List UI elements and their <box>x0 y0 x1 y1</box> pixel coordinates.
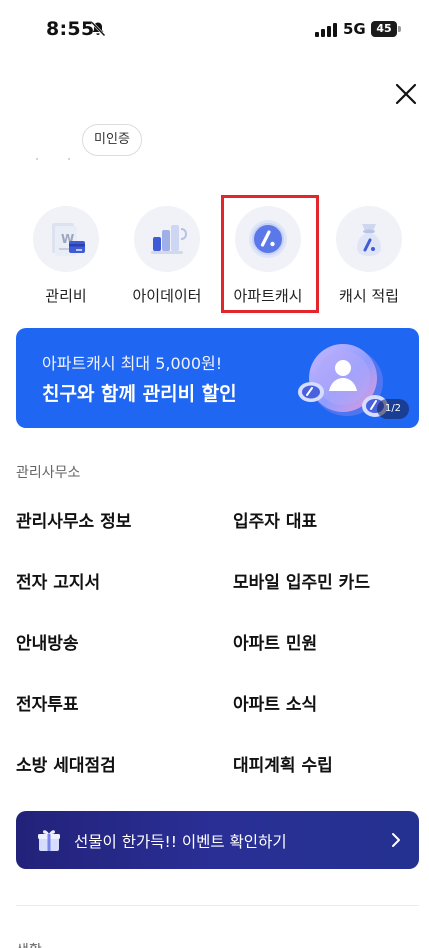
battery-cap <box>398 26 401 32</box>
menu-mobile-resident-card[interactable]: 모바일 입주민 카드 <box>233 568 370 593</box>
promo-banner[interactable]: 아파트캐시 최대 5,000원! 친구와 함께 관리비 할인 1/2 <box>16 328 419 428</box>
data-icon <box>134 206 200 272</box>
banner-subtitle: 아파트캐시 최대 5,000원! <box>42 354 223 373</box>
profile-placeholder-dot <box>36 158 38 160</box>
menu-e-bill[interactable]: 전자 고지서 <box>16 568 100 593</box>
event-banner-text: 선물이 한가득!! 이벤트 확인하기 <box>74 833 287 851</box>
quick-menu-cash-reward[interactable]: 캐시 적립 <box>324 206 414 310</box>
section-divider <box>16 905 419 906</box>
menu-announcement[interactable]: 안내방송 <box>16 629 79 654</box>
bill-icon: W <box>33 206 99 272</box>
quick-menu-label: 아파트캐시 <box>233 287 303 305</box>
bottom-section-title: 생활 <box>16 940 42 948</box>
status-bar: 8:55 5G 45 <box>0 0 429 56</box>
menu-resident-representative[interactable]: 입주자 대표 <box>233 507 317 532</box>
chevron-right-icon <box>392 833 400 847</box>
battery-icon: 45 <box>371 21 401 37</box>
menu-apartment-news[interactable]: 아파트 소식 <box>233 690 317 715</box>
banner-pager: 1/2 <box>377 399 409 419</box>
quick-menu-label: 캐시 적립 <box>339 287 399 305</box>
menu-apartment-complaint[interactable]: 아파트 민원 <box>233 629 317 654</box>
verification-badge[interactable]: 미인증 <box>82 124 142 156</box>
quick-menu-label: 관리비 <box>45 287 87 305</box>
money-bag-icon <box>336 206 402 272</box>
menu-office-info[interactable]: 관리사무소 정보 <box>16 507 131 532</box>
section-title: 관리사무소 <box>16 465 81 481</box>
bell-off-icon <box>91 21 106 37</box>
cellular-signal-icon <box>315 23 337 37</box>
status-time: 8:55 <box>46 18 95 40</box>
menu-evacuation-plan[interactable]: 대피계획 수립 <box>233 751 333 776</box>
banner-title: 친구와 함께 관리비 할인 <box>42 383 237 405</box>
cash-coin-icon <box>235 206 301 272</box>
close-icon[interactable] <box>394 82 418 106</box>
menu-e-voting[interactable]: 전자투표 <box>16 690 79 715</box>
quick-menu-bill[interactable]: W 관리비 <box>21 206 111 310</box>
gift-icon <box>38 830 60 851</box>
event-banner[interactable]: 선물이 한가득!! 이벤트 확인하기 <box>16 811 419 869</box>
menu-fire-inspection[interactable]: 소방 세대점검 <box>16 751 116 776</box>
quick-menu-label: 아이데이터 <box>132 287 202 305</box>
battery-level: 45 <box>371 21 397 37</box>
quick-menu-idata[interactable]: 아이데이터 <box>122 206 212 310</box>
quick-menu-apt-cash[interactable]: 아파트캐시 <box>223 206 313 310</box>
network-type: 5G <box>343 20 366 38</box>
profile-placeholder-dot <box>68 158 70 160</box>
